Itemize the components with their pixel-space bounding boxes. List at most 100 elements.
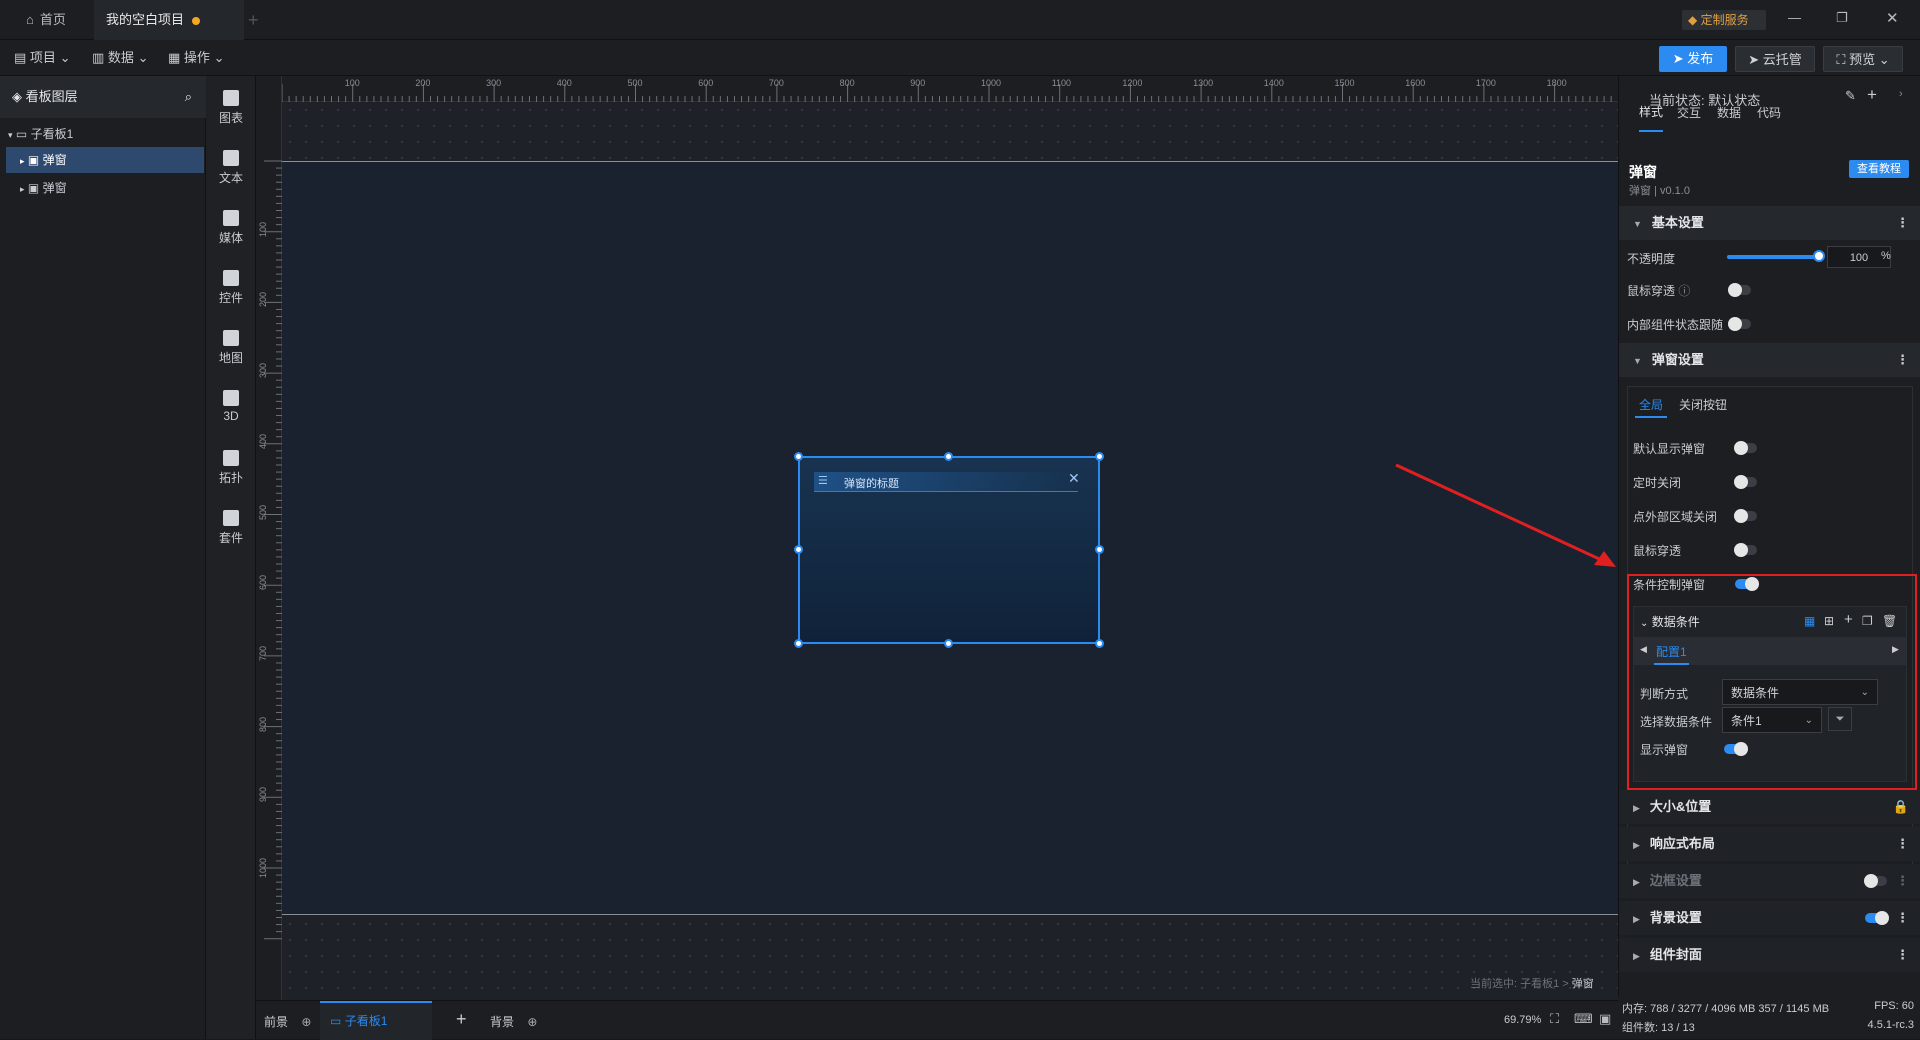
delete-icon[interactable]: 🗑 <box>1882 614 1897 628</box>
more-icon[interactable]: ⋮ <box>1896 901 1909 935</box>
keyboard-icon[interactable]: ⌨ <box>1574 1011 1593 1027</box>
click-outside-close-toggle[interactable] <box>1734 509 1757 523</box>
background-tab[interactable]: 背景 ⊕ <box>490 1013 537 1030</box>
tool-text[interactable]: 文本 <box>206 150 256 186</box>
layer-item-label: 弹窗 <box>42 181 67 195</box>
ruler-label: 700 <box>258 645 268 661</box>
copy-icon[interactable]: ❐ <box>1862 614 1873 628</box>
condition-control-toggle[interactable] <box>1735 577 1759 591</box>
resize-handle[interactable] <box>1095 545 1104 554</box>
help-icon[interactable]: ⓘ <box>1678 284 1690 298</box>
close-icon[interactable]: ✕ <box>1886 9 1899 27</box>
tool-map[interactable]: 地图 <box>206 330 256 366</box>
caret-right-icon: ▶ <box>1633 877 1640 887</box>
tool-kit-label: 套件 <box>218 531 243 545</box>
layer-item[interactable]: ▸ ▣ 弹窗 <box>6 175 204 201</box>
subtab-global[interactable]: 全局 <box>1635 396 1668 418</box>
background-toggle[interactable] <box>1865 911 1889 925</box>
opacity-slider[interactable] <box>1727 250 1825 262</box>
foreground-tab[interactable]: 前景 ⊕ <box>264 1013 311 1030</box>
restore-icon[interactable]: ❐ <box>1836 10 1848 26</box>
tool-3d[interactable]: 3D <box>206 390 256 423</box>
section-basic-settings[interactable]: ▼ 基本设置 ⋮ <box>1619 206 1920 240</box>
table-icon[interactable]: ▦ <box>1804 614 1815 628</box>
resize-handle[interactable] <box>794 452 803 461</box>
search-icon[interactable]: ⌕ <box>185 76 192 118</box>
cloud-host-button[interactable]: ➤ 云托管 <box>1735 46 1815 72</box>
tab-interaction[interactable]: 交互 <box>1677 104 1701 121</box>
more-icon[interactable]: ⋮ <box>1896 938 1909 972</box>
show-popup-toggle[interactable] <box>1724 742 1748 756</box>
tool-chart[interactable]: 图表 <box>206 90 256 126</box>
timed-close-toggle[interactable] <box>1734 475 1757 489</box>
inner-follow-toggle[interactable] <box>1728 317 1751 331</box>
add-state-icon[interactable]: + <box>1867 85 1877 105</box>
tab-project[interactable]: 我的空白项目 <box>94 0 244 40</box>
layer-item[interactable]: ▸ ▣ 弹窗 <box>6 147 204 173</box>
more-icon[interactable]: ⋮ <box>1896 206 1909 240</box>
default-show-toggle[interactable] <box>1734 441 1757 455</box>
tab-home[interactable]: ⌂ 首页 <box>14 0 94 40</box>
select-condition-select[interactable]: 条件1 ⌄ <box>1722 707 1822 733</box>
tool-media[interactable]: 媒体 <box>206 210 256 246</box>
preview-button[interactable]: ⛶ 预览 ⌄ <box>1823 46 1903 72</box>
layer-root[interactable]: ▾ ▭ 子看板1 <box>8 123 73 145</box>
custom-service-button[interactable]: ◆ 定制服务 <box>1682 10 1766 30</box>
section-size-position[interactable]: ▶ 大小&位置 🔒 <box>1619 790 1920 824</box>
more-icon[interactable]: ⋮ <box>1896 343 1909 377</box>
fit-screen-icon[interactable]: ⛶ <box>1550 1011 1559 1027</box>
resize-handle[interactable] <box>944 452 953 461</box>
section-popup-settings[interactable]: ▼ 弹窗设置 ⋮ <box>1619 343 1920 377</box>
config-tab[interactable]: 配置1 <box>1654 643 1689 665</box>
menu-project[interactable]: ▤ 项目 ⌄ <box>14 40 70 76</box>
tab-code[interactable]: 代码 <box>1757 104 1781 121</box>
resize-handle[interactable] <box>944 639 953 648</box>
caret-left-icon[interactable]: ◀ <box>1640 644 1647 655</box>
zoom-level[interactable]: 69.79% <box>1504 1014 1541 1026</box>
minimize-icon[interactable]: — <box>1788 10 1801 25</box>
popup-mouse-through-toggle[interactable] <box>1734 543 1757 557</box>
border-toggle[interactable] <box>1864 874 1887 888</box>
caret-right-icon[interactable]: ▶ <box>1892 644 1899 655</box>
tab-data[interactable]: 数据 <box>1717 104 1741 121</box>
filter-icon[interactable]: ⏷ <box>1828 707 1852 731</box>
caret-right-icon: ▶ <box>1633 951 1640 961</box>
new-tab-icon[interactable]: + <box>248 10 259 31</box>
add-circle-icon[interactable]: ⊕ <box>527 1015 537 1029</box>
tool-kit[interactable]: 套件 <box>206 510 256 546</box>
opacity-slider-knob[interactable] <box>1813 250 1825 262</box>
tool-topology[interactable]: 拓扑 <box>206 450 256 486</box>
add-circle-icon[interactable]: ⊕ <box>301 1015 311 1029</box>
section-responsive[interactable]: ▶ 响应式布局 ⋮ <box>1619 827 1920 861</box>
publish-button[interactable]: ➤ 发布 <box>1659 46 1727 72</box>
mouse-through-toggle[interactable] <box>1728 283 1751 297</box>
add-icon[interactable]: + <box>1844 611 1853 628</box>
resize-handle[interactable] <box>1095 452 1104 461</box>
board-tab[interactable]: ▭ 子看板1 <box>320 1001 432 1040</box>
terminal-icon[interactable]: ▣ <box>1599 1011 1611 1027</box>
resize-handle[interactable] <box>794 545 803 554</box>
section-cover[interactable]: ▶ 组件封面 ⋮ <box>1619 938 1920 972</box>
tool-control[interactable]: 控件 <box>206 270 256 306</box>
chevron-right-icon[interactable]: › <box>1899 88 1903 100</box>
resize-handle[interactable] <box>794 639 803 648</box>
menu-operation[interactable]: ▦ 操作 ⌄ <box>168 40 224 76</box>
more-icon[interactable]: ⋮ <box>1896 864 1909 898</box>
ruler-label: 200 <box>258 292 268 308</box>
judge-method-select[interactable]: 数据条件 ⌄ <box>1722 679 1878 705</box>
subtab-close-button[interactable]: 关闭按钮 <box>1679 396 1727 413</box>
view-tutorial-button[interactable]: 查看教程 <box>1849 160 1909 178</box>
ruler-label: 300 <box>486 78 502 88</box>
lock-icon[interactable]: 🔒 <box>1893 790 1909 824</box>
resize-handle[interactable] <box>1095 639 1104 648</box>
menu-data[interactable]: ▥ 数据 ⌄ <box>92 40 148 76</box>
edit-icon[interactable]: ✎ <box>1845 88 1856 104</box>
ruler-label: 1200 <box>1122 78 1143 88</box>
popup-component[interactable]: ☰ 弹窗的标题 ✕ <box>798 456 1100 644</box>
add-board-icon[interactable]: + <box>456 1009 467 1030</box>
more-icon[interactable]: ⋮ <box>1896 827 1909 861</box>
layout-icon[interactable]: ⊞ <box>1824 614 1834 628</box>
tab-style[interactable]: 样式 <box>1639 104 1664 132</box>
home-icon: ⌂ <box>26 12 34 27</box>
popup-close-icon[interactable]: ✕ <box>1068 470 1080 487</box>
